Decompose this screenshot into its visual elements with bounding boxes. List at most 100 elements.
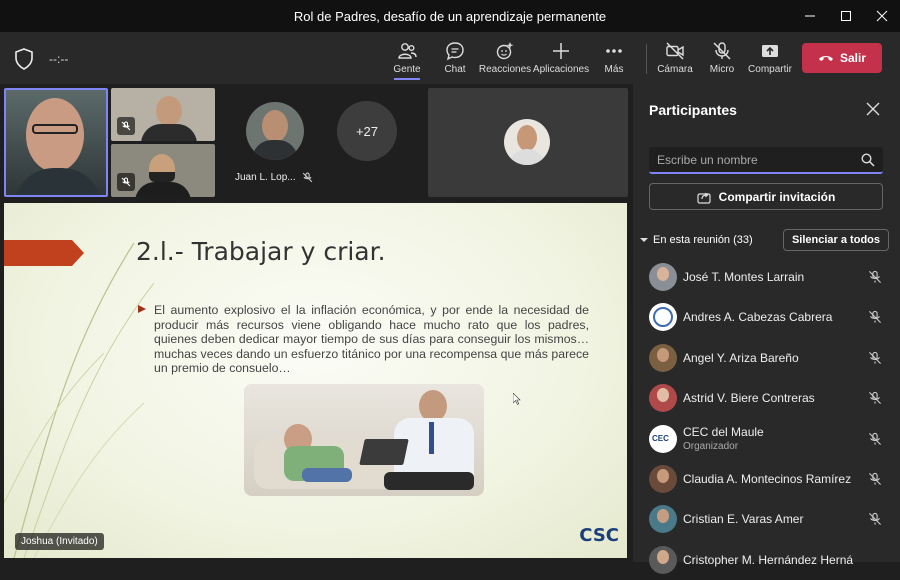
- more-button[interactable]: Más: [600, 32, 628, 84]
- more-label: Más: [604, 64, 624, 75]
- participant-name: Astrid V. Biere Contreras: [683, 391, 815, 406]
- muted-mic-icon[interactable]: [868, 270, 882, 284]
- glasses: [32, 124, 78, 134]
- plus-icon: [553, 43, 569, 59]
- participants-panel: Participantes Compartir invitación En es…: [633, 84, 900, 574]
- people-button[interactable]: Gente: [391, 32, 423, 84]
- participant-role: Organizador: [683, 440, 739, 452]
- slide-title-arrow: [4, 240, 84, 266]
- close-icon[interactable]: [866, 102, 880, 116]
- avatar-face: [657, 468, 669, 483]
- avatar: [649, 464, 677, 493]
- avatar-logo: CEC: [652, 433, 669, 443]
- participant-face: [26, 98, 84, 172]
- participant-list: José T. Montes Larrain Andres A. Cabezas…: [633, 257, 900, 580]
- slide-logo: CSC: [579, 525, 619, 546]
- avatar-tile[interactable]: [428, 88, 628, 197]
- share-button[interactable]: Compartir: [748, 32, 792, 84]
- avatar-face: [262, 110, 288, 142]
- share-label: Compartir: [748, 64, 792, 75]
- avatar-shirt: [508, 149, 546, 165]
- mic-off-icon: [713, 42, 731, 60]
- shield-icon[interactable]: [14, 48, 34, 70]
- video-tile-speaker[interactable]: [4, 88, 108, 197]
- apps-label: Aplicaciones: [532, 64, 590, 75]
- man-tie: [429, 422, 434, 454]
- muted-mic-icon[interactable]: [868, 391, 882, 405]
- video-tile-2[interactable]: [111, 88, 215, 141]
- avatar: [649, 545, 677, 574]
- share-screen-icon: [762, 45, 778, 57]
- presenter-name-tag: Joshua (Invitado): [15, 533, 104, 550]
- participant-name: Cristian E. Varas Amer: [683, 512, 804, 527]
- child-jeans: [302, 468, 352, 482]
- participant-row[interactable]: José T. Montes Larrain: [633, 257, 900, 297]
- muted-mic-icon[interactable]: [868, 472, 882, 486]
- slide-title: 2.l.- Trabajar y criar.: [136, 237, 386, 266]
- more-icon: [606, 49, 622, 53]
- camera-off-icon: [666, 42, 684, 60]
- participant-name: José T. Montes Larrain: [683, 270, 805, 284]
- share-invite-label: Compartir invitación: [718, 189, 836, 204]
- mic-button[interactable]: Micro: [708, 32, 736, 84]
- avatar-face: [657, 347, 669, 362]
- chat-label: Chat: [444, 64, 466, 75]
- close-window-icon[interactable]: [864, 0, 900, 32]
- participant-name: Claudia A. Montecinos Ramírez: [683, 471, 852, 486]
- participant-name: Andres A. Cabezas Cabrera: [683, 310, 833, 325]
- slide-photo: [244, 384, 484, 496]
- participant-row[interactable]: Andres A. Cabezas Cabrera: [633, 297, 900, 337]
- muted-mic-icon[interactable]: [868, 310, 882, 324]
- search-input[interactable]: [657, 150, 857, 170]
- participant-row[interactable]: Astrid V. Biere Contreras: [633, 378, 900, 418]
- participant-row[interactable]: Cristopher M. Hernández Herná: [633, 540, 900, 580]
- avatar: [649, 505, 677, 534]
- face-mask: [149, 172, 175, 182]
- muted-mic-icon[interactable]: [868, 351, 882, 365]
- leave-button[interactable]: Salir: [802, 43, 882, 73]
- window-controls: [792, 0, 900, 32]
- avatar: [504, 119, 550, 165]
- video-tile-3[interactable]: [111, 144, 215, 197]
- participant-name: CEC del Maule: [683, 424, 764, 439]
- apps-button[interactable]: Aplicaciones: [533, 32, 589, 84]
- participant-row[interactable]: CEC CEC del Maule Organizador: [633, 419, 900, 459]
- meeting-stage: Juan L. Lop... +27 2.l.- Trabajar y cria…: [0, 84, 632, 562]
- participant-row[interactable]: Cristian E. Varas Amer: [633, 499, 900, 539]
- avatar: [246, 102, 304, 160]
- laptop: [359, 439, 409, 465]
- avatar: CEC: [649, 424, 677, 453]
- search-icon[interactable]: [861, 153, 875, 167]
- chat-button[interactable]: Chat: [440, 32, 470, 84]
- camera-button[interactable]: Cámara: [657, 32, 693, 84]
- panel-title: Participantes: [649, 102, 737, 118]
- mic-label: Micro: [709, 64, 735, 75]
- mute-all-button[interactable]: Silenciar a todos: [782, 229, 889, 251]
- muted-mic-icon[interactable]: [868, 512, 882, 526]
- participant-row[interactable]: Claudia A. Montecinos Ramírez: [633, 459, 900, 499]
- muted-mic-icon: [302, 172, 313, 183]
- participant-row[interactable]: Angel Y. Ariza Bareño: [633, 338, 900, 378]
- reactions-button[interactable]: Reacciones: [479, 32, 531, 84]
- section-label: En esta reunión (33): [653, 234, 753, 246]
- title-bar: Rol de Padres, desafío de un aprendizaje…: [0, 0, 900, 32]
- meeting-timer: --:--: [49, 52, 69, 66]
- minimize-icon[interactable]: [792, 0, 828, 32]
- in-meeting-section[interactable]: En esta reunión (33) Silenciar a todos: [639, 229, 889, 251]
- participant-shirt: [135, 182, 191, 197]
- avatar-face: [657, 267, 669, 281]
- avatar-tile-juan[interactable]: Juan L. Lop...: [219, 88, 327, 197]
- overflow-tile[interactable]: +27: [330, 88, 425, 197]
- people-label: Gente: [393, 64, 421, 75]
- reactions-icon: [496, 42, 514, 60]
- share-invite-button[interactable]: Compartir invitación: [649, 183, 883, 210]
- muted-mic-icon[interactable]: [868, 432, 882, 446]
- avatar-logo: [653, 307, 673, 328]
- leave-label: Salir: [839, 51, 866, 65]
- camera-label: Cámara: [657, 64, 693, 75]
- chevron-down-icon: [640, 238, 648, 242]
- maximize-icon[interactable]: [828, 0, 864, 32]
- meeting-toolbar: --:-- Gente Chat Reacciones Aplicaciones…: [0, 32, 900, 84]
- avatar-shirt: [252, 140, 298, 160]
- muted-mic-icon: [117, 117, 135, 135]
